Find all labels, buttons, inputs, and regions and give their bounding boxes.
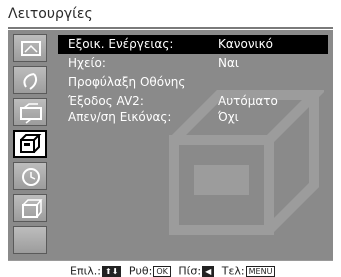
- screen-icon[interactable]: [13, 98, 47, 126]
- setup-icon[interactable]: [13, 194, 47, 222]
- menu-key-icon: MENU: [245, 265, 276, 277]
- features-icon[interactable]: [13, 130, 47, 158]
- hint-end-label: Τελ:: [221, 264, 245, 277]
- menu-item-screen-saver[interactable]: Προφύλαξη Οθόνης: [58, 73, 328, 92]
- menu-item-label: Προφύλαξη Οθόνης: [68, 75, 186, 89]
- hint-set-label: Ρυθ:: [128, 264, 153, 277]
- settings-panel: Εξοικ. Ενέργειας: Κανονικό Ηχείο: Ναι Πρ…: [52, 30, 333, 260]
- footer-divider: [8, 260, 333, 261]
- menu-item-speaker[interactable]: Ηχείο: Ναι: [58, 54, 328, 73]
- menu-item-picture-off[interactable]: Απεν/ση Εικόνας: Όχι: [58, 108, 328, 127]
- menu-item-energy-saving[interactable]: Εξοικ. Ενέργειας: Κανονικό: [58, 35, 328, 54]
- hint-back-label: Πίσ:: [178, 264, 202, 277]
- sound-icon[interactable]: [13, 66, 47, 94]
- up-down-key-icon: ⬆⬇: [102, 265, 122, 277]
- left-key-icon: ◀: [202, 265, 215, 277]
- picture-icon[interactable]: [13, 34, 47, 62]
- menu-item-value: Κανονικό: [218, 37, 274, 51]
- ok-key-icon: OK: [153, 265, 171, 277]
- menu-item-value: Ναι: [218, 56, 239, 70]
- menu-item-label: Απεν/ση Εικόνας:: [68, 110, 172, 124]
- menu-title: Λειτουργίες: [8, 6, 93, 22]
- blank-icon[interactable]: [13, 226, 47, 254]
- footer-hints: Επιλ.: ⬆⬇ Ρυθ: OK Πίσ: ◀ Τελ: MENU: [70, 264, 279, 277]
- title-divider: [8, 27, 333, 29]
- menu-item-label: Εξοικ. Ενέργειας:: [68, 37, 174, 51]
- hint-select-label: Επιλ.:: [70, 264, 102, 277]
- timer-icon[interactable]: [13, 162, 47, 190]
- category-sidebar: [8, 30, 52, 260]
- menu-item-label: Ηχείο:: [68, 56, 106, 70]
- menu-item-value: Όχι: [218, 110, 239, 124]
- tv-menu-screen: Λειτουργίες Εξοικ. Ενέργειας: Κανονικό Η…: [0, 0, 341, 277]
